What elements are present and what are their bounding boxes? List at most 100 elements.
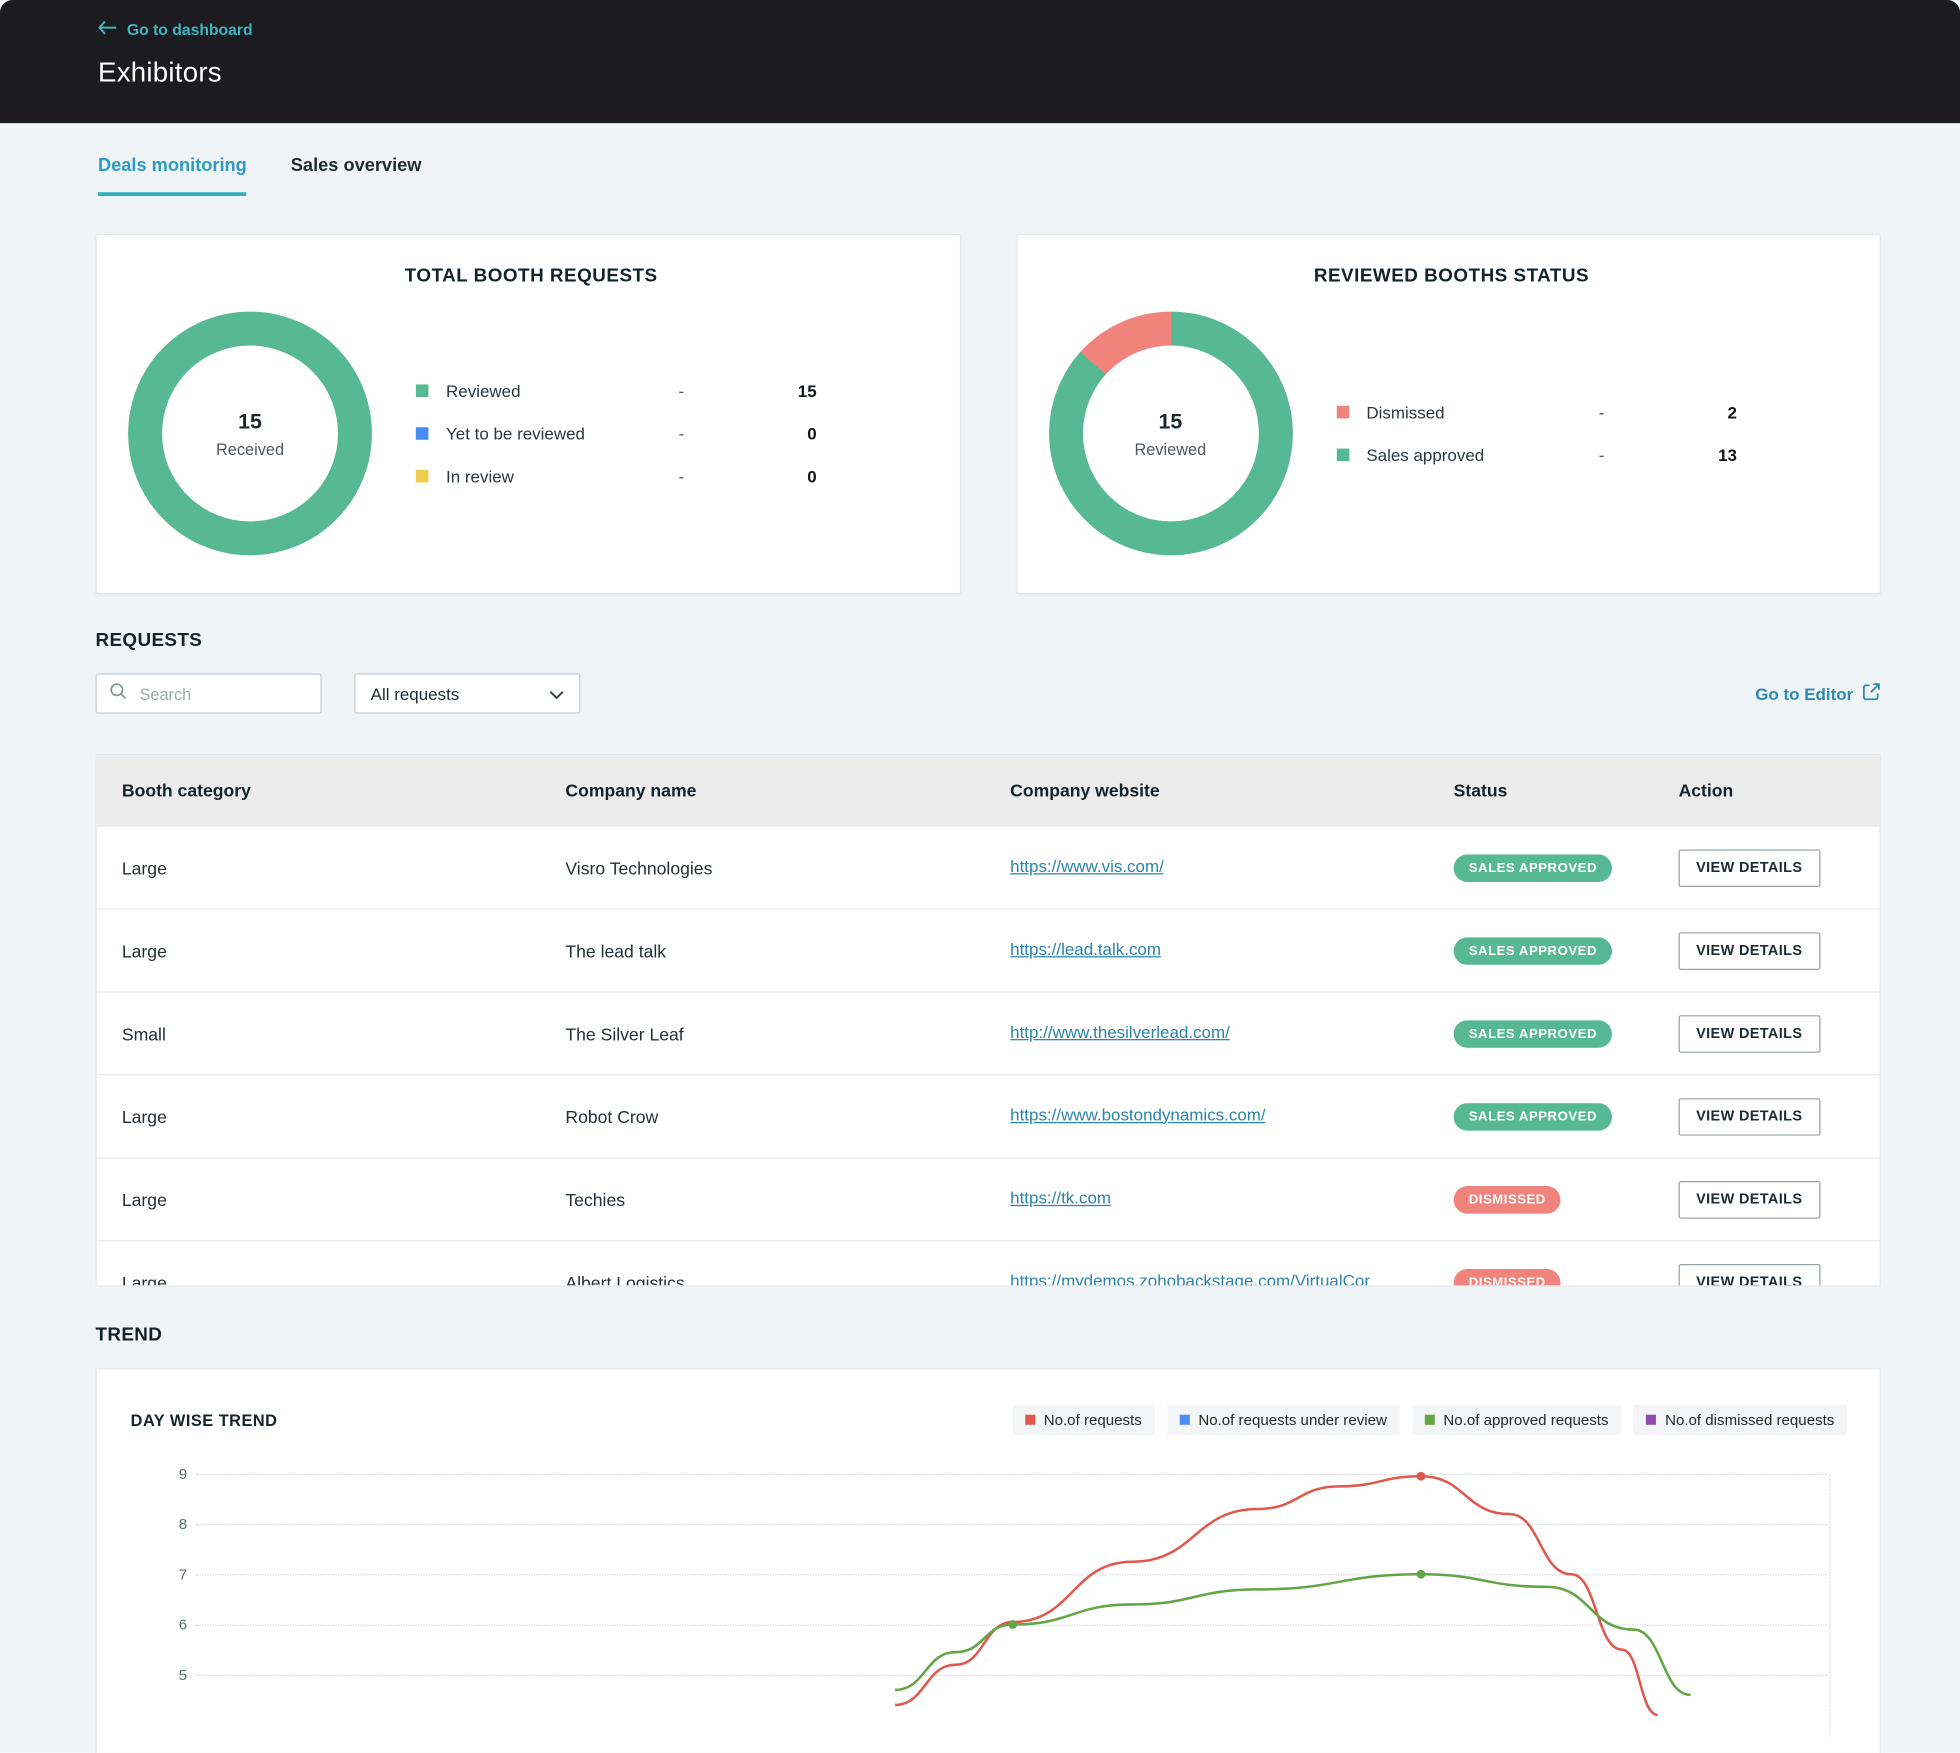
donut-value: 15 — [1158, 408, 1183, 433]
go-to-editor-link[interactable]: Go to Editor — [1755, 682, 1881, 705]
donut-legend: Reviewed - 15 Yet to be reviewed - 0 In … — [415, 357, 817, 509]
chevron-down-icon — [549, 684, 564, 703]
external-link-icon — [1862, 682, 1881, 705]
total-requests-donut: 15 Received — [128, 311, 372, 556]
back-arrow-icon — [98, 20, 117, 39]
trend-legend: No.of requests No.of requests under revi… — [1012, 1404, 1847, 1435]
column-header-company-name: Company name — [565, 780, 697, 801]
booth-category-cell: Large — [121, 1272, 167, 1287]
chart-title: DAY WISE TREND — [130, 1410, 278, 1430]
company-name-cell: Albert Logistics — [565, 1272, 685, 1287]
booth-category-cell: Large — [121, 857, 167, 878]
legend-color-swatch — [1336, 405, 1349, 419]
page-title: Exhibitors — [97, 56, 222, 88]
legend-color-swatch — [1024, 1414, 1035, 1425]
trend-line-chart — [894, 1471, 1691, 1717]
company-website-link[interactable]: https://tk.com — [1010, 1188, 1111, 1207]
status-badge: DISMISSED — [1453, 1185, 1561, 1214]
tab-deals-monitoring[interactable]: Deals monitoring — [97, 156, 247, 196]
company-website-link[interactable]: https://lead.talk.com — [1010, 939, 1161, 958]
table-header-row: Booth category Company name Company webs… — [96, 755, 1880, 826]
company-website-link[interactable]: https://www.bostondynamics.com/ — [1010, 1105, 1265, 1124]
requests-table: Booth category Company name Company webs… — [95, 753, 1881, 1287]
status-badge: SALES APPROVED — [1453, 853, 1613, 882]
column-header-company-website: Company website — [1010, 780, 1160, 801]
requests-section: REQUESTS All requests Go to Editor — [95, 629, 1881, 1287]
legend-color-swatch — [1179, 1414, 1190, 1425]
card-title: TOTAL BOOTH REQUESTS — [404, 265, 658, 287]
donut-value: 15 — [238, 408, 262, 433]
status-badge: SALES APPROVED — [1453, 1019, 1613, 1048]
tab-sales-overview[interactable]: Sales overview — [291, 156, 422, 196]
search-box[interactable] — [95, 673, 322, 714]
card-title: REVIEWED BOOTHS STATUS — [1313, 265, 1590, 287]
view-details-button[interactable]: VIEW DETAILS — [1678, 1097, 1820, 1136]
legend-color-swatch — [415, 384, 429, 398]
donut-legend: Dismissed - 2 Sales approved - 13 — [1336, 379, 1737, 488]
view-details-button[interactable]: VIEW DETAILS — [1678, 1014, 1820, 1053]
view-details-button[interactable]: VIEW DETAILS — [1678, 1180, 1820, 1219]
company-name-cell: The Silver Leaf — [565, 1023, 684, 1044]
legend-item-under-review[interactable]: No.of requests under review — [1166, 1404, 1400, 1435]
requests-controls: All requests Go to Editor — [95, 673, 1881, 714]
booth-category-cell: Small — [121, 1023, 166, 1044]
column-header-status: Status — [1453, 780, 1508, 801]
table-row: Large Techies https://tk.com DISMISSED V… — [96, 1157, 1880, 1241]
total-booth-requests-card: TOTAL BOOTH REQUESTS 15 Received Reviewe… — [95, 233, 961, 595]
company-name-cell: Techies — [565, 1189, 626, 1210]
tabs-bar: Deals monitoring Sales overview — [0, 123, 1960, 196]
legend-item: Reviewed - 15 — [415, 381, 817, 400]
table-row: Large Robot Crow https://www.bostondynam… — [96, 1074, 1880, 1158]
trend-chart: 9 8 7 6 5 — [131, 1452, 1847, 1737]
legend-item-approved[interactable]: No.of approved requests — [1412, 1404, 1622, 1435]
company-name-cell: Robot Crow — [565, 1106, 659, 1127]
summary-cards: TOTAL BOOTH REQUESTS 15 Received Reviewe… — [95, 233, 1881, 595]
view-details-button[interactable]: VIEW DETAILS — [1678, 848, 1820, 887]
column-header-booth-category: Booth category — [121, 780, 251, 801]
legend-item-dismissed[interactable]: No.of dismissed requests — [1633, 1404, 1847, 1435]
legend-color-swatch — [1424, 1414, 1435, 1425]
trend-section: TREND DAY WISE TREND No.of requests No.o… — [95, 1324, 1881, 1753]
filter-selected-value: All requests — [370, 684, 460, 703]
back-link-label: Go to dashboard — [126, 20, 253, 39]
requests-filter-dropdown[interactable]: All requests — [354, 673, 581, 714]
table-row: Large Albert Logistics https://mydemos.z… — [96, 1240, 1880, 1287]
view-details-button[interactable]: VIEW DETAILS — [1678, 931, 1820, 970]
status-badge: SALES APPROVED — [1453, 936, 1613, 965]
legend-color-swatch — [1646, 1414, 1657, 1425]
legend-item: Dismissed - 2 — [1336, 403, 1737, 422]
legend-item: Sales approved - 13 — [1336, 445, 1737, 464]
company-name-cell: The lead talk — [565, 940, 667, 961]
day-wise-trend-card: DAY WISE TREND No.of requests No.of requ… — [95, 1368, 1881, 1753]
requests-section-title: REQUESTS — [95, 629, 203, 651]
back-to-dashboard-link[interactable]: Go to dashboard — [98, 20, 253, 39]
booth-category-cell: Large — [121, 1106, 167, 1127]
main-content: TOTAL BOOTH REQUESTS 15 Received Reviewe… — [0, 233, 1960, 1753]
top-header: Go to dashboard Exhibitors — [0, 0, 1960, 124]
donut-caption: Received — [215, 439, 285, 458]
editor-link-label: Go to Editor — [1755, 684, 1854, 703]
reviewed-status-donut: 15 Reviewed — [1048, 311, 1293, 556]
column-header-action: Action — [1678, 780, 1734, 801]
search-input[interactable] — [136, 682, 308, 705]
booth-category-cell: Large — [121, 1189, 167, 1210]
legend-item: In review - 0 — [415, 467, 817, 486]
company-name-cell: Visro Technologies — [565, 857, 713, 878]
status-badge: SALES APPROVED — [1453, 1102, 1613, 1131]
donut-caption: Reviewed — [1134, 439, 1207, 458]
trend-section-title: TREND — [95, 1324, 163, 1346]
table-row: Large The lead talk https://lead.talk.co… — [96, 908, 1880, 992]
search-icon — [109, 682, 127, 706]
table-row: Small The Silver Leaf http://www.thesilv… — [96, 991, 1880, 1075]
legend-color-swatch — [415, 469, 429, 483]
reviewed-booths-status-card: REVIEWED BOOTHS STATUS 15 Reviewed Dismi… — [1015, 233, 1881, 595]
company-website-link[interactable]: http://www.thesilverlead.com/ — [1010, 1022, 1230, 1041]
booth-category-cell: Large — [121, 940, 167, 961]
view-details-button[interactable]: VIEW DETAILS — [1678, 1263, 1820, 1286]
legend-color-swatch — [415, 427, 429, 440]
company-website-link[interactable]: https://www.vis.com/ — [1010, 856, 1164, 875]
legend-item: Yet to be reviewed - 0 — [415, 424, 817, 443]
company-website-link[interactable]: https://mydemos.zohobackstage.com/Virtua… — [1010, 1271, 1370, 1285]
legend-item-requests[interactable]: No.of requests — [1012, 1404, 1155, 1435]
status-badge: DISMISSED — [1453, 1268, 1561, 1286]
